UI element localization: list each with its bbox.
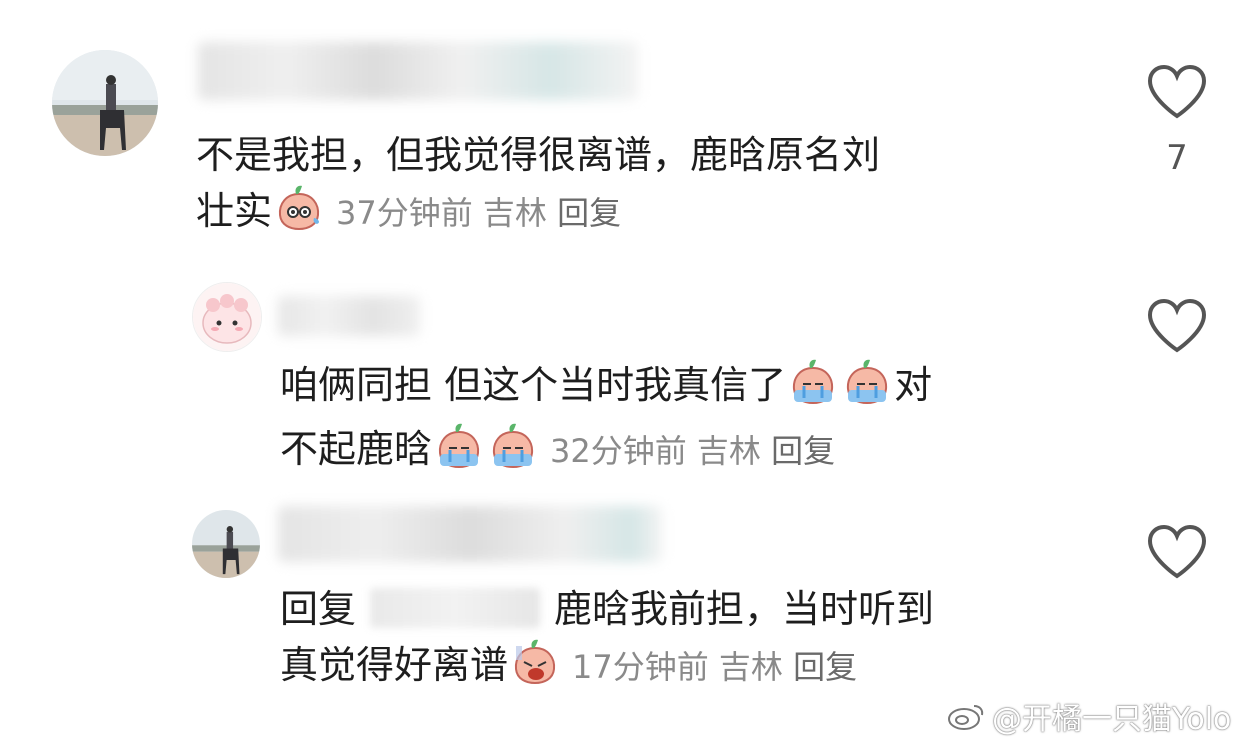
replied-username-blurred[interactable] — [370, 588, 541, 628]
watermark-text: @开橘一只猫Yolo — [992, 702, 1232, 737]
reply-button[interactable]: 回复 — [771, 432, 835, 470]
reply-prefix: 回复 — [280, 587, 357, 631]
comment-line-text: 不起鹿晗 — [280, 427, 433, 471]
comment-line-2: 壮实 37分钟前 吉林 回复 — [196, 182, 1096, 246]
avatar[interactable] — [192, 510, 260, 578]
crying-face-emoji — [434, 420, 484, 484]
horse-rider-avatar-image — [192, 510, 260, 578]
like-heart-icon[interactable] — [1146, 524, 1208, 580]
like-heart-icon[interactable] — [1146, 298, 1208, 354]
comment-text: 咱俩同担 但这个当时我真信了 对 不起鹿晗 32分钟前 吉林 回复 — [280, 356, 1120, 484]
comment-line-text: 对 — [894, 363, 933, 407]
weibo-logo-icon — [948, 705, 984, 730]
comment-location: 吉林 — [718, 648, 783, 686]
pink-cartoon-avatar-image — [193, 283, 261, 351]
username-blurred[interactable] — [198, 42, 638, 100]
username-blurred[interactable] — [278, 506, 662, 562]
sweat-face-emoji — [274, 182, 324, 246]
comment-time: 32分钟前 — [550, 432, 687, 470]
crying-face-emoji — [788, 356, 838, 420]
comment-text: 不是我担，但我觉得很离谱，鹿晗原名刘 壮实 37分钟前 吉林 回复 — [196, 128, 1096, 246]
watermark: @开橘一只猫Yolo — [946, 694, 1231, 738]
avatar[interactable] — [52, 50, 158, 156]
comment-time: 17分钟前 — [572, 648, 709, 686]
reply-button[interactable]: 回复 — [793, 648, 857, 686]
comment-line-text: 咱俩同担 但这个当时我真信了 — [280, 363, 787, 407]
like-count: 7 — [1166, 138, 1188, 178]
comment-line-2: 不起鹿晗 32分钟前 吉林 回复 — [280, 420, 1120, 484]
comment-location: 吉林 — [482, 194, 547, 232]
comment-text: 回复 鹿晗我前担，当时听到 真觉得好离谱 17分钟前 吉林 回复 — [280, 582, 1120, 700]
comment-line-text: 鹿晗我前担，当时听到 — [554, 587, 935, 631]
comment-line-1: 咱俩同担 但这个当时我真信了 对 — [280, 356, 1120, 420]
comment-location: 吉林 — [696, 432, 761, 470]
comment-time: 37分钟前 — [336, 194, 473, 232]
like-heart-icon[interactable] — [1146, 64, 1208, 120]
crying-face-emoji — [842, 356, 892, 420]
horse-rider-avatar-image — [52, 50, 158, 156]
avatar[interactable] — [192, 282, 262, 352]
screaming-face-emoji — [510, 636, 560, 700]
crying-face-emoji — [488, 420, 538, 484]
comment-line: 不是我担，但我觉得很离谱，鹿晗原名刘 — [196, 133, 881, 177]
comment-line-text: 壮实 — [196, 189, 273, 233]
comment-line-2: 真觉得好离谱 17分钟前 吉林 回复 — [280, 636, 1120, 700]
username-blurred[interactable] — [278, 296, 420, 336]
comment-line-text: 真觉得好离谱 — [280, 643, 509, 687]
reply-button[interactable]: 回复 — [557, 194, 621, 232]
comment-line-1: 回复 鹿晗我前担，当时听到 — [280, 582, 1120, 636]
